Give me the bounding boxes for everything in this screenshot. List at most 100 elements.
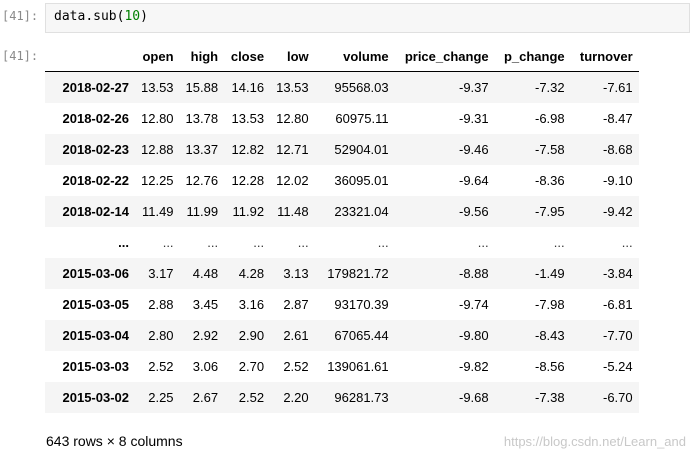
code-object: data xyxy=(54,9,86,24)
table-cell: 13.53 xyxy=(231,111,265,126)
table-cell: 96281.73 xyxy=(334,390,389,405)
table-cell: 13.78 xyxy=(185,111,219,126)
table-cell: 2.67 xyxy=(192,390,219,405)
table-cell: -9.10 xyxy=(603,173,633,188)
table-cell: 4.28 xyxy=(238,266,265,281)
row-index: 2015-03-06 xyxy=(62,266,130,281)
row-index: 2018-02-14 xyxy=(62,204,130,219)
table-cell: 139061.61 xyxy=(327,359,389,374)
table-cell: 2.52 xyxy=(283,359,309,374)
dataframe-table: open high close low volume price_change … xyxy=(45,41,639,413)
table-cell: 2.25 xyxy=(148,390,174,405)
row-index: 2015-03-02 xyxy=(62,390,130,405)
table-cell: 93170.39 xyxy=(334,297,389,312)
table-cell: -8.56 xyxy=(535,359,565,374)
table-row: 2018-02-22 12.25 12.76 12.28 12.02 36095.01 -9… xyxy=(45,165,639,196)
table-cell: 3.13 xyxy=(283,266,309,281)
table-cell: 12.76 xyxy=(185,173,219,188)
table-row: 2018-02-26 12.80 13.78 13.53 12.80 60975.11 -9… xyxy=(45,103,639,134)
table-row: 2018-02-14 11.49 11.99 11.92 11.48 23321.04 -9… xyxy=(45,196,639,227)
table-cell: ... xyxy=(253,235,265,250)
table-cell: 3.16 xyxy=(238,297,265,312)
table-cell: 13.37 xyxy=(185,142,219,157)
table-cell: 179821.72 xyxy=(327,266,389,281)
column-header-price-change: price_change xyxy=(394,41,495,72)
table-cell: -9.56 xyxy=(459,204,489,219)
table-cell: 12.28 xyxy=(231,173,265,188)
table-row: 2018-02-23 12.88 13.37 12.82 12.71 52904.01 -9… xyxy=(45,134,639,165)
input-prompt: [41]: xyxy=(2,9,39,23)
table-cell: -7.95 xyxy=(535,204,565,219)
table-cell: -5.24 xyxy=(603,359,633,374)
table-cell: -8.36 xyxy=(535,173,565,188)
table-cell: 3.17 xyxy=(148,266,174,281)
table-cell: 23321.04 xyxy=(334,204,389,219)
dataframe-shape: 643 rows × 8 columns xyxy=(46,433,183,449)
header-row: open high close low volume price_change … xyxy=(45,41,639,72)
table-cell: 12.82 xyxy=(231,142,265,157)
table-cell: 14.16 xyxy=(231,80,265,95)
table-cell: -6.81 xyxy=(603,297,633,312)
table-cell: 52904.01 xyxy=(334,142,389,157)
code-method: sub xyxy=(93,9,117,24)
table-cell: 67065.44 xyxy=(334,328,389,343)
code-paren-close: ) xyxy=(140,9,148,24)
column-header-volume: volume xyxy=(314,41,395,72)
table-cell: -9.31 xyxy=(459,111,489,126)
table-cell: 2.87 xyxy=(283,297,309,312)
table-cell: 2.92 xyxy=(192,328,219,343)
table-cell: -7.98 xyxy=(535,297,565,312)
table-row: 2015-03-03 2.52 3.06 2.70 2.52 139061.61 -9.82… xyxy=(45,351,639,382)
table-cell: -7.32 xyxy=(535,80,565,95)
table-row: 2015-03-06 3.17 4.48 4.28 3.13 179821.72 -8.88… xyxy=(45,258,639,289)
row-index: 2018-02-22 xyxy=(62,173,130,188)
column-header-open: open xyxy=(135,41,180,72)
table-cell: -8.88 xyxy=(459,266,489,281)
table-cell: 3.45 xyxy=(192,297,219,312)
row-index: 2018-02-26 xyxy=(62,111,130,126)
table-cell: -9.42 xyxy=(603,204,633,219)
table-cell: -9.64 xyxy=(459,173,489,188)
table-row: 2018-02-27 13.53 15.88 14.16 13.53 95568.03 -9… xyxy=(45,71,639,103)
row-index: 2015-03-04 xyxy=(62,328,130,343)
table-cell: ... xyxy=(621,235,633,250)
table-cell: 2.70 xyxy=(238,359,265,374)
table-cell: -8.43 xyxy=(535,328,565,343)
row-index: ... xyxy=(118,235,129,250)
code-dot: . xyxy=(85,9,94,24)
output-prompt: [41]: xyxy=(2,49,39,63)
table-cell: 4.48 xyxy=(192,266,219,281)
row-index: 2018-02-27 xyxy=(62,80,130,95)
table-cell: -9.82 xyxy=(459,359,489,374)
table-cell: -7.70 xyxy=(603,328,633,343)
table-cell: 2.52 xyxy=(148,359,174,374)
table-cell: 2.20 xyxy=(283,390,309,405)
table-cell: -9.80 xyxy=(459,328,489,343)
table-cell: -7.58 xyxy=(535,142,565,157)
code-cell[interactable]: data.sub(10) xyxy=(45,3,690,33)
table-cell: -8.47 xyxy=(603,111,633,126)
row-index: 2015-03-05 xyxy=(62,297,130,312)
row-index: 2018-02-23 xyxy=(62,142,130,157)
table-cell: 12.71 xyxy=(276,142,309,157)
column-header-close: close xyxy=(224,41,271,72)
column-header-turnover: turnover xyxy=(570,41,639,72)
table-cell: 13.53 xyxy=(276,80,309,95)
table-cell: ... xyxy=(553,235,565,250)
table-cell: ... xyxy=(207,235,219,250)
table-cell: -7.38 xyxy=(535,390,565,405)
column-header-low: low xyxy=(270,41,315,72)
table-cell: 36095.01 xyxy=(334,173,389,188)
table-cell: ... xyxy=(162,235,174,250)
table-cell: -9.68 xyxy=(459,390,489,405)
table-row: ........................... xyxy=(45,227,639,258)
table-cell: 11.92 xyxy=(232,204,265,219)
table-cell: -1.49 xyxy=(535,266,565,281)
table-cell: 2.52 xyxy=(238,390,265,405)
table-cell: 60975.11 xyxy=(335,111,389,126)
table-cell: -6.98 xyxy=(535,111,565,126)
table-cell: 15.88 xyxy=(185,80,219,95)
table-cell: -8.68 xyxy=(603,142,633,157)
table-cell: -9.74 xyxy=(459,297,489,312)
table-cell: -9.46 xyxy=(459,142,489,157)
